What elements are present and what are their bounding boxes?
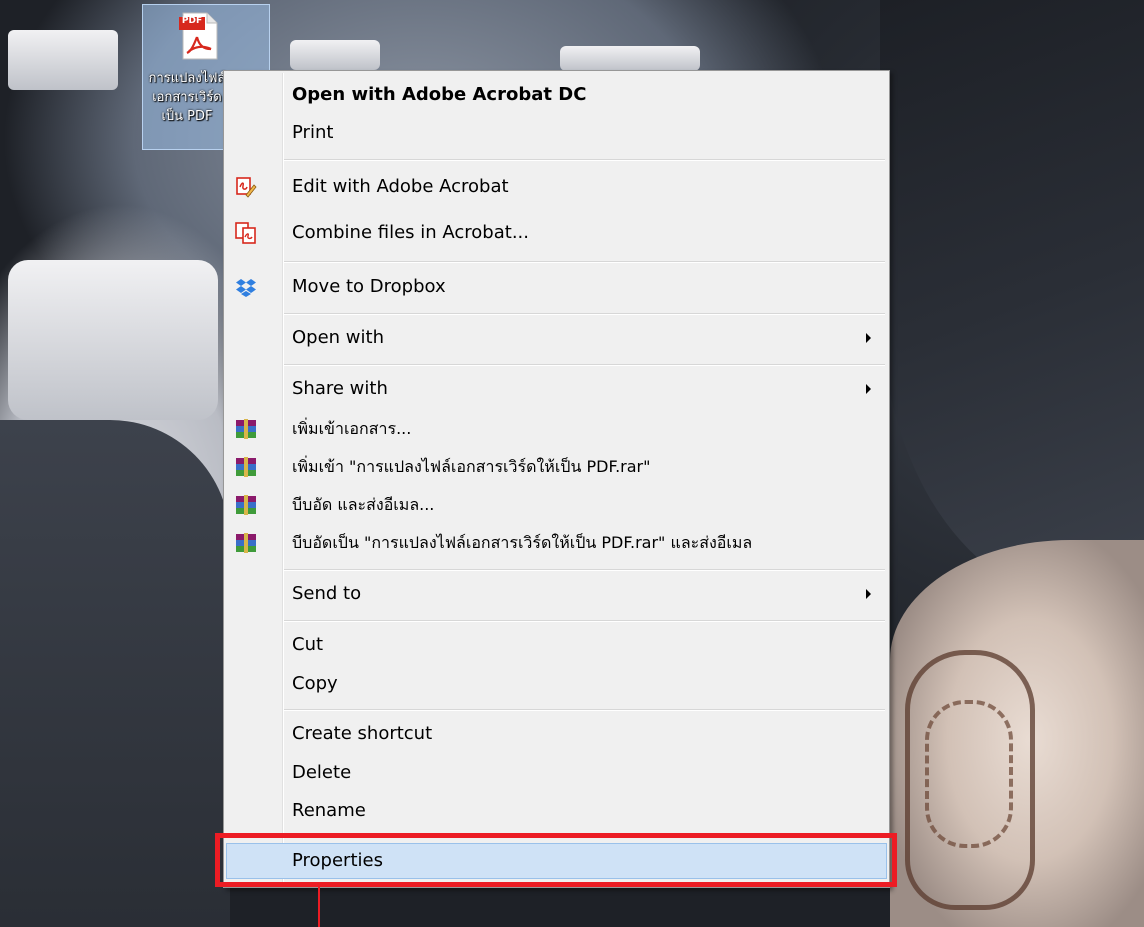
menu-item-label: Combine files in Acrobat... xyxy=(292,222,529,243)
winrar-icon xyxy=(236,419,256,439)
menu-separator xyxy=(284,620,885,622)
submenu-arrow-icon xyxy=(866,589,871,599)
menu-item-label: Send to xyxy=(292,583,362,604)
menu-item-label: Move to Dropbox xyxy=(292,276,446,297)
wallpaper-highlight xyxy=(8,30,118,90)
menu-item-edit-with-acrobat[interactable]: Edit with Adobe Acrobat xyxy=(226,169,887,205)
menu-item-open-with-acrobat[interactable]: Open with Adobe Acrobat DC xyxy=(226,77,887,113)
menu-item-send-to[interactable]: Send to xyxy=(226,576,887,612)
menu-separator xyxy=(284,569,885,571)
menu-item-create-shortcut[interactable]: Create shortcut xyxy=(226,716,887,752)
menu-item-print[interactable]: Print xyxy=(226,115,887,151)
svg-text:PDF: PDF xyxy=(182,16,202,26)
submenu-arrow-icon xyxy=(866,384,871,394)
menu-item-copy[interactable]: Copy xyxy=(226,666,887,702)
wallpaper-tattoo xyxy=(925,700,1013,848)
menu-item-label: บีบอัด และส่งอีเมล... xyxy=(292,495,435,514)
menu-item-label: Open with Adobe Acrobat DC xyxy=(292,84,587,105)
menu-item-label: Delete xyxy=(292,762,352,783)
menu-item-label: Edit with Adobe Acrobat xyxy=(292,176,509,197)
wallpaper-shadow xyxy=(0,420,230,927)
menu-separator xyxy=(284,261,885,263)
menu-item-compress-and-email[interactable]: บีบอัด และส่งอีเมล... xyxy=(226,487,887,523)
menu-item-cut[interactable]: Cut xyxy=(226,627,887,663)
submenu-arrow-icon xyxy=(866,333,871,343)
menu-item-rename[interactable]: Rename xyxy=(226,793,887,829)
menu-item-add-to-archive[interactable]: เพิ่มเข้าเอกสาร... xyxy=(226,411,887,447)
menu-item-label: บีบอัดเป็น "การแปลงไฟล์เอกสารเวิร์ดให้เป… xyxy=(292,533,753,552)
menu-item-move-to-dropbox[interactable]: Move to Dropbox xyxy=(226,269,887,305)
acrobat-combine-icon xyxy=(235,222,256,244)
annotation-highlight-box xyxy=(215,833,897,887)
menu-item-combine-files[interactable]: Combine files in Acrobat... xyxy=(226,215,887,251)
menu-separator xyxy=(284,313,885,315)
dropbox-icon xyxy=(236,279,256,297)
menu-item-label: Print xyxy=(292,122,334,143)
menu-item-open-with[interactable]: Open with xyxy=(226,320,887,356)
desktop-icon-label: การแปลงไฟล์ เอกสารเวิร์ด เป็น PDF xyxy=(147,69,227,126)
annotation-pointer-line xyxy=(318,887,320,927)
acrobat-edit-icon xyxy=(236,177,257,198)
menu-item-label: เพิ่มเข้าเอกสาร... xyxy=(292,419,412,438)
winrar-icon xyxy=(236,495,256,515)
pdf-badge: PDF xyxy=(182,16,202,26)
menu-separator xyxy=(284,364,885,366)
menu-item-share-with[interactable]: Share with xyxy=(226,371,887,407)
desktop-icon-label-line: การแปลงไฟล์ xyxy=(148,71,226,86)
wallpaper-highlight xyxy=(8,260,218,420)
menu-item-label: Create shortcut xyxy=(292,723,433,744)
menu-separator xyxy=(284,159,885,161)
menu-separator xyxy=(284,709,885,711)
winrar-icon xyxy=(236,457,256,477)
desktop-icon-label-line: เอกสารเวิร์ด xyxy=(152,90,222,105)
menu-item-label: เพิ่มเข้า "การแปลงไฟล์เอกสารเวิร์ดให้เป็… xyxy=(292,457,651,476)
menu-item-delete[interactable]: Delete xyxy=(226,755,887,791)
menu-item-label: Share with xyxy=(292,378,388,399)
menu-item-label: Open with xyxy=(292,327,384,348)
desktop-icon-label-line: เป็น PDF xyxy=(161,109,213,124)
menu-item-label: Cut xyxy=(292,634,324,655)
wallpaper-highlight xyxy=(290,40,380,70)
menu-item-label: Copy xyxy=(292,673,338,694)
winrar-icon xyxy=(236,533,256,553)
menu-item-label: Rename xyxy=(292,800,366,821)
menu-item-add-to-rar[interactable]: เพิ่มเข้า "การแปลงไฟล์เอกสารเวิร์ดให้เป็… xyxy=(226,449,887,485)
wallpaper-highlight xyxy=(560,46,700,71)
menu-item-compress-to-rar-and-email[interactable]: บีบอัดเป็น "การแปลงไฟล์เอกสารเวิร์ดให้เป… xyxy=(226,525,887,561)
context-menu: Open with Adobe Acrobat DC Print Edit wi… xyxy=(223,70,890,888)
